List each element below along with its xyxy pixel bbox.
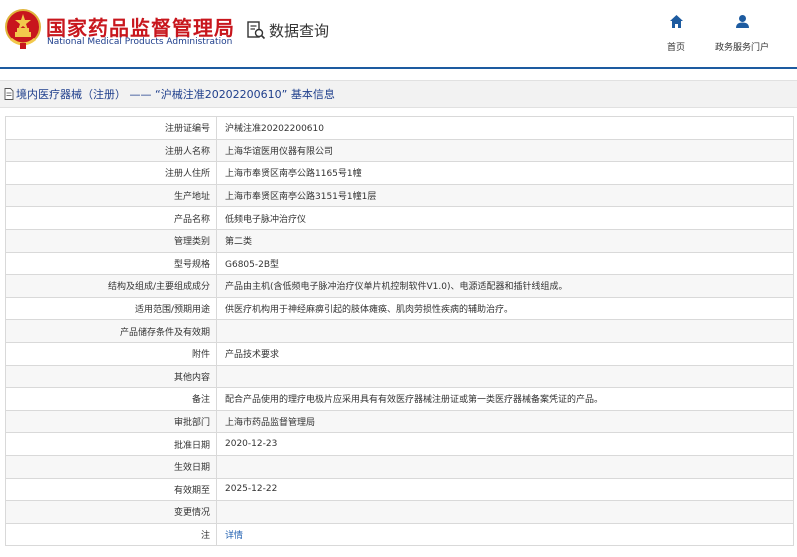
table-row: 注册人名称 上海华谊医用仪器有限公司 — [5, 138, 794, 163]
document-icon — [4, 88, 14, 100]
field-label: 注册人住所 — [5, 161, 217, 185]
table-row: 备注 配合产品使用的理疗电极片应采用具有有效医疗器械注册证或第一类医疗器械备案凭证… — [5, 387, 794, 411]
field-label: 管理类别 — [5, 228, 217, 253]
header-divider — [0, 67, 797, 69]
table-row: 管理类别 第二类 — [5, 228, 794, 253]
table-row: 产品储存条件及有效期 — [5, 319, 794, 343]
table-row: 适用范围/预期用途 供医疗机构用于神经麻痹引起的肢体瘫痪、肌肉劳损性疾病的辅助治疗… — [5, 296, 794, 321]
table-row: 结构及组成/主要组成成分 产品由主机(含低频电子脉冲治疗仪单片机控制软件V1.0)… — [5, 274, 794, 298]
nav-service-portal[interactable]: 政务服务门户 — [708, 14, 776, 54]
data-query-icon — [247, 21, 266, 40]
site-header: 国家药品监督管理局 National Medical Products Admi… — [0, 0, 797, 69]
table-row: 注详情 — [5, 522, 794, 547]
field-value — [216, 500, 794, 524]
field-value — [216, 319, 794, 343]
nav-home[interactable]: 首页 — [660, 14, 692, 54]
field-label: 产品储存条件及有效期 — [5, 319, 217, 343]
field-value: 详情 — [216, 522, 794, 547]
registration-detail-table: 注册证编号 沪械注准20202200610 注册人名称 上海华谊医用仪器有限公司 注册人… — [5, 116, 794, 547]
table-row: 生效日期 — [5, 454, 794, 479]
field-label: 注册证编号 — [5, 116, 217, 140]
field-label: 有效期至 — [5, 477, 217, 502]
table-row: 其他内容 — [5, 364, 794, 389]
field-value: 低频电子脉冲治疗仪 — [216, 206, 794, 230]
field-value: 上海市奉贤区南亭公路1165号1幢 — [216, 161, 794, 185]
field-value: G6805-2B型 — [216, 251, 794, 276]
field-value — [216, 364, 794, 389]
field-value: 上海华谊医用仪器有限公司 — [216, 138, 794, 163]
field-label: 生效日期 — [5, 454, 217, 479]
data-query-link[interactable]: 数据查询 — [246, 19, 329, 41]
site-subtitle: National Medical Products Administration — [47, 37, 233, 47]
field-label: 型号规格 — [5, 251, 217, 276]
table-row: 变更情况 — [5, 500, 794, 524]
table-row: 批准日期 2020-12-23 — [5, 432, 794, 456]
page-title: 境内医疗器械（注册） —— “沪械注准20202200610” 基本信息 — [16, 88, 335, 101]
table-row: 有效期至 2025-12-22 — [5, 477, 794, 502]
field-label: 结构及组成/主要组成成分 — [5, 274, 217, 298]
field-value: 2020-12-23 — [216, 432, 794, 456]
table-row: 注册人住所 上海市奉贤区南亭公路1165号1幢 — [5, 161, 794, 185]
detail-title-bar: 境内医疗器械（注册） —— “沪械注准20202200610” 基本信息 — [0, 80, 797, 108]
details-link[interactable]: 详情 — [225, 531, 243, 541]
field-label: 变更情况 — [5, 500, 217, 524]
home-icon — [669, 15, 683, 28]
nav-service-portal-label: 政务服务门户 — [714, 43, 769, 53]
table-row: 型号规格 G6805-2B型 — [5, 251, 794, 276]
field-label: 备注 — [5, 387, 217, 411]
field-value: 配合产品使用的理疗电极片应采用具有有效医疗器械注册证或第一类医疗器械备案凭证的产… — [216, 387, 794, 411]
field-label: 适用范围/预期用途 — [5, 296, 217, 321]
field-label: 其他内容 — [5, 364, 217, 389]
user-icon — [735, 15, 749, 28]
data-query-label: 数据查询 — [269, 21, 330, 40]
field-value: 供医疗机构用于神经麻痹引起的肢体瘫痪、肌肉劳损性疾病的辅助治疗。 — [216, 296, 794, 321]
field-label: 附件 — [5, 341, 217, 366]
table-row: 附件 产品技术要求 — [5, 341, 794, 366]
nav-home-label: 首页 — [666, 43, 685, 53]
field-value: 第二类 — [216, 228, 794, 253]
table-row: 审批部门 上海市药品监督管理局 — [5, 409, 794, 434]
field-value: 沪械注准20202200610 — [216, 116, 794, 140]
field-value: 上海市药品监督管理局 — [216, 409, 794, 434]
table-row: 注册证编号 沪械注准20202200610 — [5, 116, 794, 140]
field-value: 上海市奉贤区南亭公路3151号1幢1层 — [216, 183, 794, 208]
table-row: 产品名称 低频电子脉冲治疗仪 — [5, 206, 794, 230]
field-label: 审批部门 — [5, 409, 217, 434]
field-label: 注 — [5, 522, 217, 547]
field-label: 批准日期 — [5, 432, 217, 456]
national-emblem-icon — [5, 9, 41, 49]
field-value: 产品技术要求 — [216, 341, 794, 366]
field-label: 生产地址 — [5, 183, 217, 208]
table-row: 生产地址 上海市奉贤区南亭公路3151号1幢1层 — [5, 183, 794, 208]
field-value — [216, 454, 794, 479]
field-value: 2025-12-22 — [216, 477, 794, 502]
field-label: 注册人名称 — [5, 138, 217, 163]
field-label: 产品名称 — [5, 206, 217, 230]
field-value: 产品由主机(含低频电子脉冲治疗仪单片机控制软件V1.0)、电源适配器和插针线组成… — [216, 274, 794, 298]
